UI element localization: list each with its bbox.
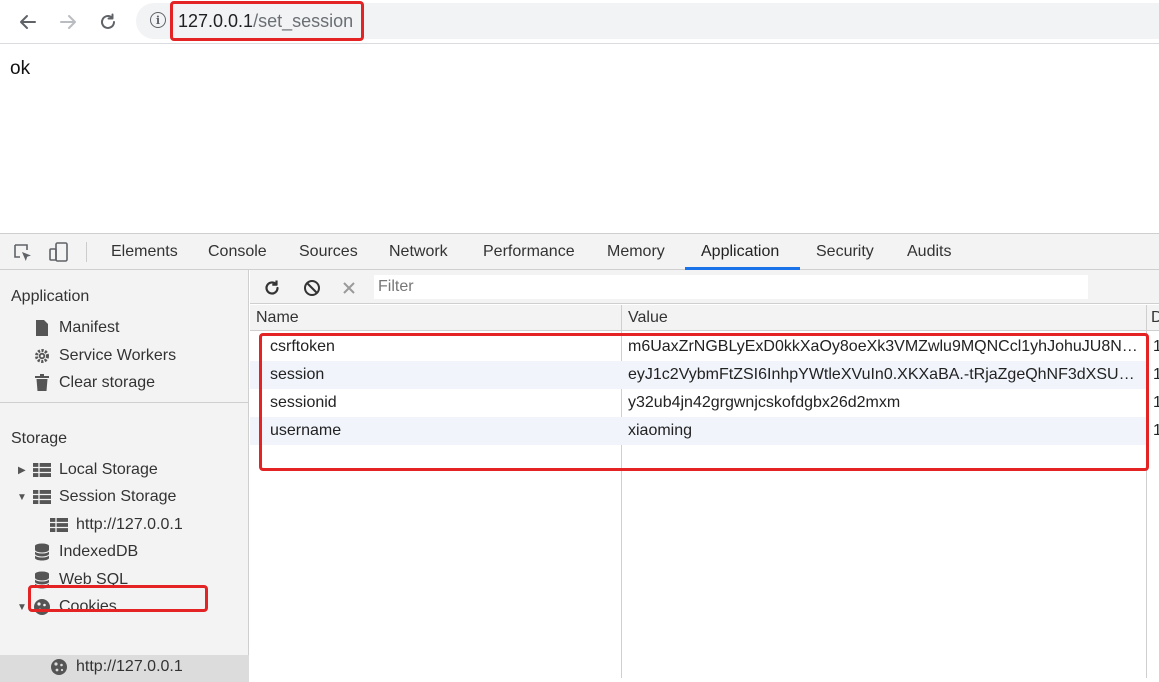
gear-icon bbox=[33, 347, 51, 365]
filter-input[interactable] bbox=[374, 275, 1088, 299]
sidebar-item-cookies[interactable]: Cookies bbox=[33, 598, 117, 616]
sidebar-section-application: Application bbox=[11, 288, 90, 305]
url-text[interactable]: 127.0.0.1/set_session bbox=[178, 10, 353, 32]
device-toolbar-icon[interactable] bbox=[48, 241, 70, 268]
cookie-domain: 1 bbox=[1153, 333, 1159, 361]
sidebar-item-clear-storage[interactable]: Clear storage bbox=[33, 374, 155, 392]
cookie-name: csrftoken bbox=[270, 338, 335, 355]
sidebar-item-label: Manifest bbox=[59, 319, 120, 336]
table-row[interactable]: session eyJ1c2VybmFtZSI6InhpYWtleXVuIn0.… bbox=[250, 361, 1147, 389]
sidebar-item-label: Service Workers bbox=[59, 347, 177, 364]
trash-icon bbox=[33, 374, 51, 392]
url-host: 127.0.0.1 bbox=[178, 11, 254, 31]
forward-arrow-icon[interactable] bbox=[54, 8, 82, 36]
collapse-arrow-icon[interactable]: ▼ bbox=[17, 492, 27, 503]
cookie-value: xiaoming bbox=[628, 422, 693, 439]
tab-memory[interactable]: Memory bbox=[607, 234, 665, 270]
refresh-icon[interactable] bbox=[261, 277, 283, 299]
tab-sources[interactable]: Sources bbox=[299, 234, 358, 270]
tab-performance[interactable]: Performance bbox=[483, 234, 575, 270]
cookies-panel: Name Value D csrftoken m6UaxZrNGBLyExD0k… bbox=[250, 270, 1159, 678]
application-sidebar: Application Manifest Service Workers Cle… bbox=[0, 270, 249, 682]
database-icon bbox=[33, 571, 51, 589]
table-row[interactable]: csrftoken m6UaxZrNGBLyExD0kkXaOy8oeXk3VM… bbox=[250, 333, 1147, 361]
cookie-value: eyJ1c2VybmFtZSI6InhpYWtleXVuIn0.XKXaBA.-… bbox=[628, 366, 1138, 383]
column-header-domain[interactable]: D bbox=[1147, 305, 1159, 331]
sidebar-divider bbox=[0, 402, 249, 403]
sidebar-item-label: Session Storage bbox=[59, 488, 177, 505]
table-row[interactable]: sessionid y32ub4jn42grgwnjcskofdgbx26d2m… bbox=[250, 389, 1147, 417]
page-body-text: ok bbox=[10, 58, 31, 79]
browser-toolbar: i 127.0.0.1/set_session bbox=[0, 0, 1159, 44]
sidebar-item-label: http://127.0.0.1 bbox=[76, 658, 183, 675]
sidebar-item-manifest[interactable]: Manifest bbox=[33, 319, 119, 337]
cookie-icon bbox=[50, 658, 68, 676]
column-header-value[interactable]: Value bbox=[622, 305, 1146, 331]
expand-arrow-icon[interactable]: ▶ bbox=[18, 465, 26, 476]
sidebar-item-cookies-origin[interactable]: http://127.0.0.1 bbox=[50, 658, 183, 676]
file-icon bbox=[33, 319, 51, 337]
tab-audits[interactable]: Audits bbox=[907, 234, 951, 270]
grid-icon bbox=[33, 461, 51, 479]
sidebar-item-session-storage-origin[interactable]: http://127.0.0.1 bbox=[50, 516, 183, 534]
cookie-name: sessionid bbox=[270, 394, 337, 411]
url-path: /set_session bbox=[253, 11, 354, 31]
cookie-domain: 1 bbox=[1153, 361, 1159, 389]
inspect-element-icon[interactable] bbox=[12, 242, 34, 269]
tab-application[interactable]: Application bbox=[701, 234, 779, 270]
info-icon[interactable]: i bbox=[150, 12, 166, 28]
sidebar-item-label: Local Storage bbox=[59, 461, 158, 478]
sidebar-item-web-sql[interactable]: Web SQL bbox=[33, 571, 128, 589]
grid-icon bbox=[50, 516, 68, 534]
back-arrow-icon[interactable] bbox=[14, 8, 42, 36]
delete-selected-icon[interactable] bbox=[338, 277, 360, 299]
sidebar-item-label: http://127.0.0.1 bbox=[76, 516, 183, 533]
sidebar-item-label: IndexedDB bbox=[59, 543, 139, 560]
tab-network[interactable]: Network bbox=[389, 234, 448, 270]
column-header-name[interactable]: Name bbox=[250, 305, 621, 331]
cookie-domain: 1 bbox=[1153, 417, 1159, 445]
cookie-icon bbox=[33, 598, 51, 616]
cookie-name: session bbox=[270, 366, 325, 383]
tab-security[interactable]: Security bbox=[816, 234, 874, 270]
sidebar-item-local-storage[interactable]: Local Storage bbox=[33, 461, 158, 479]
cookie-value: m6UaxZrNGBLyExD0kkXaOy8oeXk3VMZwlu9MQNCc… bbox=[628, 338, 1138, 355]
clear-all-icon[interactable] bbox=[301, 277, 323, 299]
devtools-panel: Elements Console Sources Network Perform… bbox=[0, 233, 1159, 682]
cookie-toolbar bbox=[250, 270, 1159, 304]
sidebar-item-service-workers[interactable]: Service Workers bbox=[33, 347, 176, 365]
sidebar-item-indexeddb[interactable]: IndexedDB bbox=[33, 543, 138, 561]
tab-separator bbox=[86, 242, 87, 262]
sidebar-section-storage: Storage bbox=[11, 430, 68, 447]
cookie-value: y32ub4jn42grgwnjcskofdgbx26d2mxm bbox=[628, 394, 901, 411]
tab-console[interactable]: Console bbox=[208, 234, 267, 270]
sidebar-item-label: Web SQL bbox=[59, 571, 129, 588]
collapse-arrow-icon[interactable]: ▼ bbox=[17, 602, 27, 613]
cookie-domain: 1 bbox=[1153, 389, 1159, 417]
sidebar-item-label: Cookies bbox=[59, 598, 117, 615]
database-icon bbox=[33, 543, 51, 561]
cookie-name: username bbox=[270, 422, 342, 439]
reload-icon[interactable] bbox=[94, 8, 122, 36]
devtools-tabbar: Elements Console Sources Network Perform… bbox=[0, 233, 1159, 270]
sidebar-item-session-storage[interactable]: Session Storage bbox=[33, 488, 176, 506]
cookies-table-header: Name Value D bbox=[250, 305, 1159, 331]
tab-elements[interactable]: Elements bbox=[111, 234, 178, 270]
sidebar-item-label: Clear storage bbox=[59, 374, 156, 391]
table-row[interactable]: username xiaoming bbox=[250, 417, 1147, 445]
grid-icon bbox=[33, 488, 51, 506]
